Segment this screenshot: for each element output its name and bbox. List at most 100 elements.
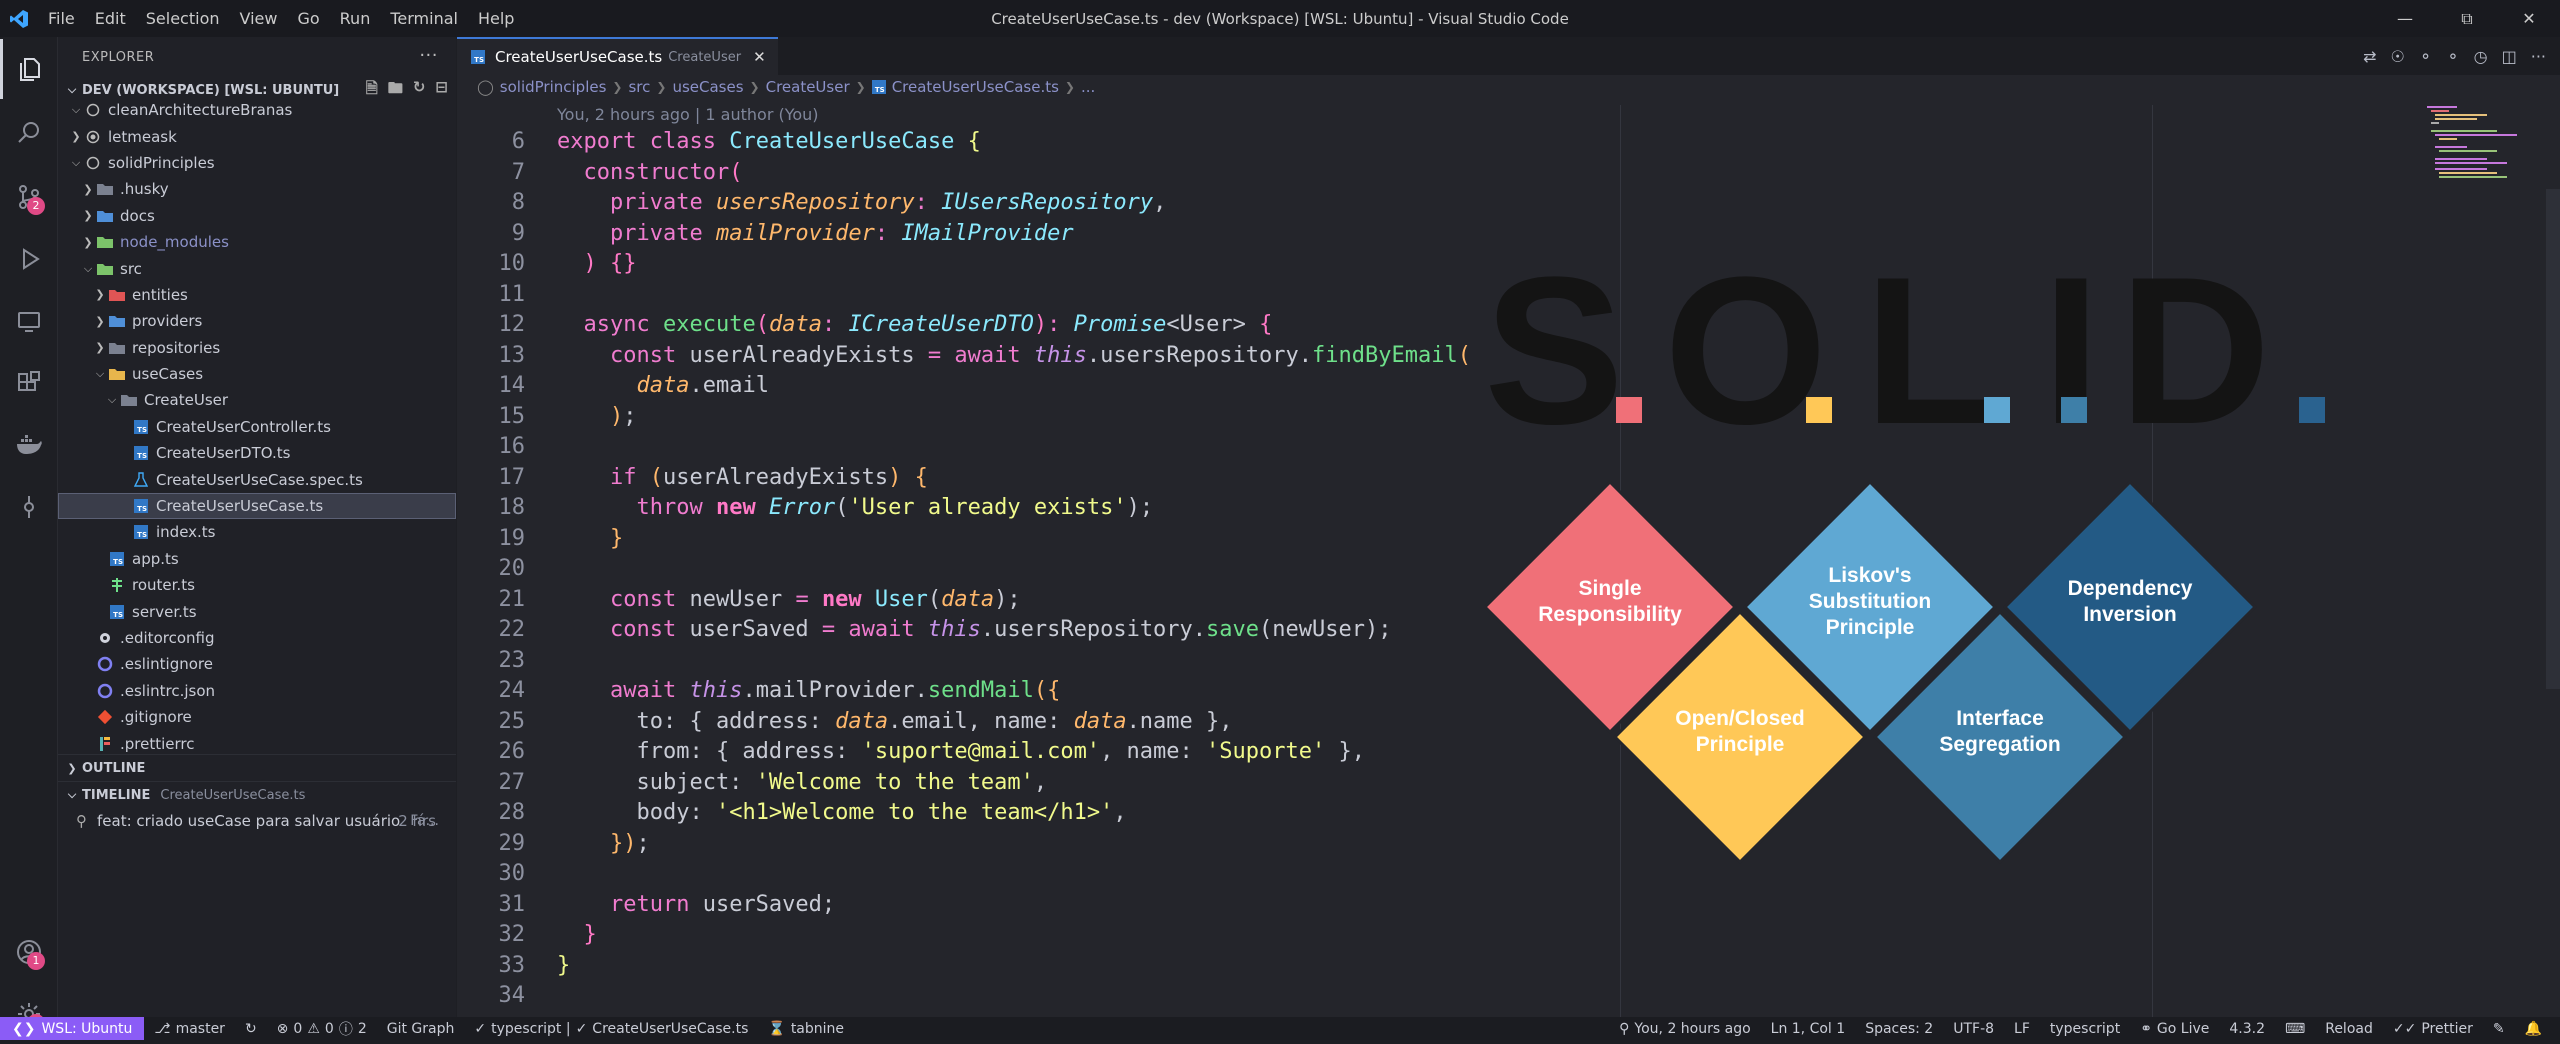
branch-indicator[interactable]: ⎇ master bbox=[144, 1021, 235, 1037]
encoding[interactable]: UTF-8 bbox=[1943, 1021, 2004, 1037]
search-icon[interactable] bbox=[0, 103, 57, 163]
next-revision-icon[interactable]: ⚬ bbox=[2446, 47, 2459, 66]
timeline-section-header[interactable]: ⌵ TIMELINE CreateUserUseCase.ts bbox=[58, 781, 456, 808]
go-live-button[interactable]: ⚭ Go Live bbox=[2130, 1021, 2219, 1037]
tree-item[interactable]: ❯ node_modules bbox=[58, 229, 456, 255]
docker-icon[interactable] bbox=[0, 415, 57, 475]
language-check[interactable]: ✓ typescript | ✓ CreateUserUseCase.ts bbox=[464, 1021, 758, 1037]
open-changes-icon[interactable]: ⇄ bbox=[2363, 47, 2376, 66]
more-actions-icon[interactable]: ··· bbox=[2531, 47, 2546, 66]
minimap[interactable] bbox=[2427, 105, 2527, 185]
breadcrumb-item[interactable]: src bbox=[628, 78, 650, 96]
extensions-icon[interactable] bbox=[0, 353, 57, 413]
tree-item[interactable]: TS index.ts bbox=[58, 519, 456, 545]
tree-item[interactable]: ⌵ cleanArchitectureBranas bbox=[58, 97, 456, 123]
tab-close-icon[interactable]: ✕ bbox=[753, 48, 766, 66]
tree-item[interactable]: ❯ docs bbox=[58, 203, 456, 229]
line-number: 11 bbox=[498, 281, 526, 307]
outline-section-header[interactable]: ❯ OUTLINE bbox=[58, 754, 456, 781]
git-graph-button[interactable]: Git Graph bbox=[377, 1021, 465, 1037]
breadcrumb-item[interactable]: ... bbox=[1081, 78, 1095, 96]
feedback-icon[interactable]: ✎ bbox=[2483, 1021, 2515, 1037]
diamond-label: Principle bbox=[1826, 616, 1915, 639]
menu-run[interactable]: Run bbox=[330, 0, 381, 37]
line-number: 10 bbox=[498, 251, 526, 276]
tree-item[interactable]: TS CreateUserUseCase.ts bbox=[58, 492, 456, 520]
tree-item[interactable]: ❯ .husky bbox=[58, 176, 456, 202]
remote-explorer-icon[interactable] bbox=[0, 291, 57, 351]
run-debug-icon[interactable] bbox=[0, 229, 57, 289]
source-control-icon[interactable]: 2 bbox=[0, 167, 57, 227]
menu-selection[interactable]: Selection bbox=[136, 0, 230, 37]
accounts-icon[interactable]: 1 bbox=[0, 922, 57, 982]
tree-item[interactable]: TS server.ts bbox=[58, 598, 456, 624]
language-mode[interactable]: typescript bbox=[2040, 1021, 2130, 1037]
menu-help[interactable]: Help bbox=[468, 0, 524, 37]
menu-go[interactable]: Go bbox=[287, 0, 329, 37]
prettier-button[interactable]: ✓✓ Prettier bbox=[2383, 1021, 2483, 1037]
tab-createuserusecase[interactable]: TS CreateUserUseCase.ts CreateUser ✕ bbox=[457, 37, 778, 75]
tabnine-button[interactable]: ⌛ tabnine bbox=[758, 1021, 854, 1037]
chevron-right-icon: ❯ bbox=[83, 209, 93, 223]
tree-item[interactable]: ❯ letmeask bbox=[58, 123, 456, 149]
sync-icon[interactable]: ↻ bbox=[235, 1021, 267, 1037]
tree-item[interactable]: .prettierrc bbox=[58, 730, 456, 756]
end-of-line[interactable]: LF bbox=[2004, 1021, 2040, 1037]
timeline-entry[interactable]: ⚲ feat: criado useCase para salvar usuár… bbox=[58, 808, 456, 834]
keyboard-icon[interactable]: ⌨ bbox=[2275, 1021, 2315, 1037]
remote-indicator[interactable]: ❮❯ WSL: Ubuntu bbox=[0, 1017, 145, 1040]
problems-indicator[interactable]: ⊗ 0 ⚠ 0 ⓘ 2 bbox=[267, 1019, 377, 1039]
reload-button[interactable]: Reload bbox=[2315, 1021, 2383, 1037]
menu-view[interactable]: View bbox=[230, 0, 288, 37]
tree-item[interactable]: ❯ providers bbox=[58, 308, 456, 334]
tree-item[interactable]: ⌵ src bbox=[58, 255, 456, 281]
menu-terminal[interactable]: Terminal bbox=[380, 0, 468, 37]
timeline-toggle-icon[interactable]: ◷ bbox=[2474, 47, 2488, 66]
tree-item[interactable]: TS CreateUserDTO.ts bbox=[58, 440, 456, 466]
previous-revision-icon[interactable]: ⚬ bbox=[2419, 47, 2432, 66]
notifications-icon[interactable]: 🔔 bbox=[2515, 1021, 2552, 1037]
git-graph-icon[interactable] bbox=[0, 477, 57, 537]
explorer-icon[interactable] bbox=[0, 39, 57, 99]
vertical-scrollbar[interactable] bbox=[2546, 189, 2560, 689]
tree-item[interactable]: CreateUserUseCase.spec.ts bbox=[58, 466, 456, 492]
codelens-blame[interactable]: You, 2 hours ago | 1 author (You) bbox=[557, 105, 819, 124]
tree-item[interactable]: .gitignore bbox=[58, 704, 456, 730]
restore-icon[interactable]: ⧉ bbox=[2436, 0, 2498, 37]
git-blame-indicator[interactable]: ⚲ You, 2 hours ago bbox=[1609, 1021, 1761, 1037]
breadcrumb-item[interactable]: CreateUserUseCase.ts bbox=[892, 78, 1059, 96]
tree-item[interactable]: TS app.ts bbox=[58, 546, 456, 572]
code-token: from: { address: bbox=[557, 739, 862, 764]
ts-version[interactable]: 4.3.2 bbox=[2219, 1021, 2275, 1037]
code-line: 24 await this.mailProvider.sendMail({ bbox=[457, 676, 1061, 706]
line-number: 17 bbox=[498, 464, 526, 490]
indentation[interactable]: Spaces: 2 bbox=[1855, 1021, 1943, 1037]
menu-file[interactable]: File bbox=[38, 0, 85, 37]
code-text: await this.mailProvider.sendMail({ bbox=[557, 676, 1060, 706]
tree-item[interactable]: TS CreateUserController.ts bbox=[58, 414, 456, 440]
tree-item[interactable]: .eslintignore bbox=[58, 651, 456, 677]
minimize-icon[interactable]: — bbox=[2374, 0, 2436, 37]
tree-item[interactable]: ❯ entities bbox=[58, 282, 456, 308]
tree-item[interactable]: .eslintrc.json bbox=[58, 678, 456, 704]
breadcrumb-item[interactable]: useCases bbox=[672, 78, 743, 96]
code-token: return bbox=[609, 891, 703, 917]
close-icon[interactable]: ✕ bbox=[2498, 0, 2560, 37]
line-number: 30 bbox=[498, 861, 526, 886]
tree-item[interactable]: router.ts bbox=[58, 572, 456, 598]
tree-item[interactable]: .editorconfig bbox=[58, 625, 456, 651]
tree-item[interactable]: ⌵ useCases bbox=[58, 361, 456, 387]
breadcrumb-item[interactable]: solidPrinciples bbox=[500, 78, 607, 96]
cursor-position[interactable]: Ln 1, Col 1 bbox=[1761, 1021, 1856, 1037]
code-token: } bbox=[609, 525, 624, 551]
tree-item[interactable]: ⌵ CreateUser bbox=[58, 387, 456, 413]
tree-item[interactable]: ⌵ solidPrinciples bbox=[58, 150, 456, 176]
tree-item[interactable]: ❯ repositories bbox=[58, 335, 456, 361]
git-commit-icon[interactable]: ☉ bbox=[2390, 47, 2404, 66]
code-token: new bbox=[821, 586, 875, 612]
folder-gray-icon bbox=[120, 392, 138, 408]
split-editor-icon[interactable]: ◫ bbox=[2502, 47, 2517, 66]
more-actions-icon[interactable]: ··· bbox=[419, 45, 438, 66]
breadcrumb-item[interactable]: CreateUser bbox=[766, 78, 850, 96]
menu-edit[interactable]: Edit bbox=[85, 0, 136, 37]
